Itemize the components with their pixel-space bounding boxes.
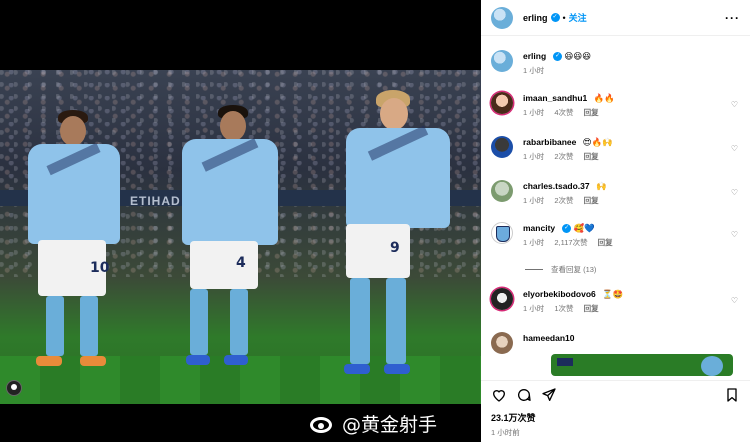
reply-button[interactable]: 回复 [598, 238, 613, 247]
comment-text: 🙌 [596, 181, 607, 191]
player-right: 9 [340, 90, 470, 404]
preview-figure [701, 356, 723, 376]
comment-likes[interactable]: 1次赞 [554, 304, 573, 313]
watermark-text: @黄金射手 [342, 414, 438, 436]
player-left: 10 [20, 110, 130, 400]
like-comment-icon[interactable]: ♡ [731, 188, 738, 197]
share-icon[interactable] [541, 387, 557, 403]
comment-time: 1 小时 [523, 304, 545, 313]
comment-item: charles.tsado.37 🙌 1 小时 2次赞 回复 [491, 180, 607, 206]
post-header: erling ✓ • 关注 ··· [481, 0, 750, 36]
comments-list[interactable]: erling ✓ 😆😆😆 1 小时 imaan_sandhu1 🔥🔥 1 小时 4… [481, 44, 750, 376]
comment-likes[interactable]: 4次赞 [554, 108, 573, 117]
comment-item: imaan_sandhu1 🔥🔥 1 小时 4次赞 回复 [491, 92, 615, 118]
like-comment-icon[interactable]: ♡ [731, 144, 738, 153]
avatar[interactable] [491, 6, 513, 29]
comment-time: 1 小时 [523, 238, 545, 247]
reply-button[interactable]: 回复 [584, 304, 599, 313]
comment-image-preview[interactable] [551, 354, 733, 376]
heart-icon[interactable] [491, 387, 507, 403]
verified-badge-icon: ✓ [550, 13, 560, 22]
avatar[interactable] [491, 136, 513, 158]
player-left-number: 10 [90, 260, 110, 276]
comment-username[interactable]: charles.tsado.37 [523, 181, 590, 191]
post-side-panel: erling ✓ • 关注 ··· erling ✓ 😆😆😆 1 小时 imaan… [481, 0, 750, 442]
comment-username[interactable]: hameedan10 [523, 333, 575, 343]
avatar[interactable] [491, 180, 513, 202]
like-comment-icon[interactable]: ♡ [731, 296, 738, 305]
comment-likes[interactable]: 2次赞 [554, 196, 573, 205]
comment-username[interactable]: mancity [523, 223, 555, 233]
like-comment-icon[interactable]: ♡ [731, 230, 738, 239]
score-overlay [557, 358, 574, 366]
bookmark-icon[interactable] [724, 387, 740, 403]
header-dot: • [562, 12, 566, 23]
comment-icon[interactable] [516, 387, 532, 403]
view-replies-label[interactable]: 查看回复 (13) [551, 264, 596, 275]
verified-badge-icon: ✓ [562, 224, 572, 234]
comment-time: 1 小时 [523, 196, 545, 205]
comment-item: hameedan10 [491, 332, 579, 354]
post-media[interactable]: ETIHAD STADIUM 10 4 [0, 0, 481, 442]
weibo-logo-icon [308, 413, 336, 435]
player-middle-number: 4 [236, 255, 246, 271]
caption-time: 1 小时 [523, 66, 545, 75]
avatar[interactable] [491, 332, 513, 354]
header-username[interactable]: erling [523, 13, 548, 23]
watermark: @黄金射手 [308, 410, 437, 437]
avatar[interactable] [491, 288, 513, 310]
comment-text: 🔥🔥 [593, 93, 615, 103]
like-count[interactable]: 23.1万次赞 [491, 411, 740, 424]
comment-text: 😍🔥🙌 [582, 137, 613, 147]
comment-time: 1 小时 [523, 152, 545, 161]
caption-username[interactable]: erling [523, 51, 546, 61]
reply-button[interactable]: 回复 [584, 196, 599, 205]
caption: erling ✓ 😆😆😆 1 小时 [491, 50, 591, 76]
comment-likes[interactable]: 2次赞 [554, 152, 573, 161]
player-right-number: 9 [390, 240, 400, 256]
replies-divider [525, 269, 543, 270]
comment-text: 🥰💙 [573, 223, 595, 233]
comment-username[interactable]: imaan_sandhu1 [523, 93, 587, 103]
comment-username[interactable]: rabarbibanee [523, 137, 576, 147]
comment-time: 1 小时 [523, 108, 545, 117]
like-comment-icon[interactable]: ♡ [731, 100, 738, 109]
reply-button[interactable]: 回复 [584, 152, 599, 161]
comment-username[interactable]: elyorbekibodovo6 [523, 289, 596, 299]
comment-item: rabarbibanee 😍🔥🙌 1 小时 2次赞 回复 [491, 136, 613, 162]
comment-likes[interactable]: 2,117次赞 [554, 238, 587, 247]
avatar[interactable] [491, 92, 513, 114]
avatar[interactable] [491, 50, 513, 72]
view-replies-button[interactable]: 查看回复 (13) [525, 264, 596, 275]
avatar[interactable] [491, 222, 513, 244]
tagged-users-icon[interactable] [6, 380, 22, 396]
player-middle: 4 [168, 105, 298, 400]
post-actions: 23.1万次赞 1 小时前 [481, 380, 750, 438]
more-options-icon[interactable]: ··· [725, 11, 740, 25]
comment-text: ⏳🤩 [602, 289, 624, 299]
comment-item: mancity ✓ 🥰💙 1 小时 2,117次赞 回复 [491, 222, 621, 248]
caption-text: 😆😆😆 [564, 51, 592, 61]
comment-item: elyorbekibodovo6 ⏳🤩 1 小时 1次赞 回复 [491, 288, 623, 314]
reply-button[interactable]: 回复 [584, 108, 599, 117]
follow-button[interactable]: 关注 [569, 11, 587, 24]
post-photo[interactable]: ETIHAD STADIUM 10 4 [0, 70, 481, 404]
post-time: 1 小时前 [491, 428, 520, 437]
verified-badge-icon: ✓ [553, 52, 563, 62]
